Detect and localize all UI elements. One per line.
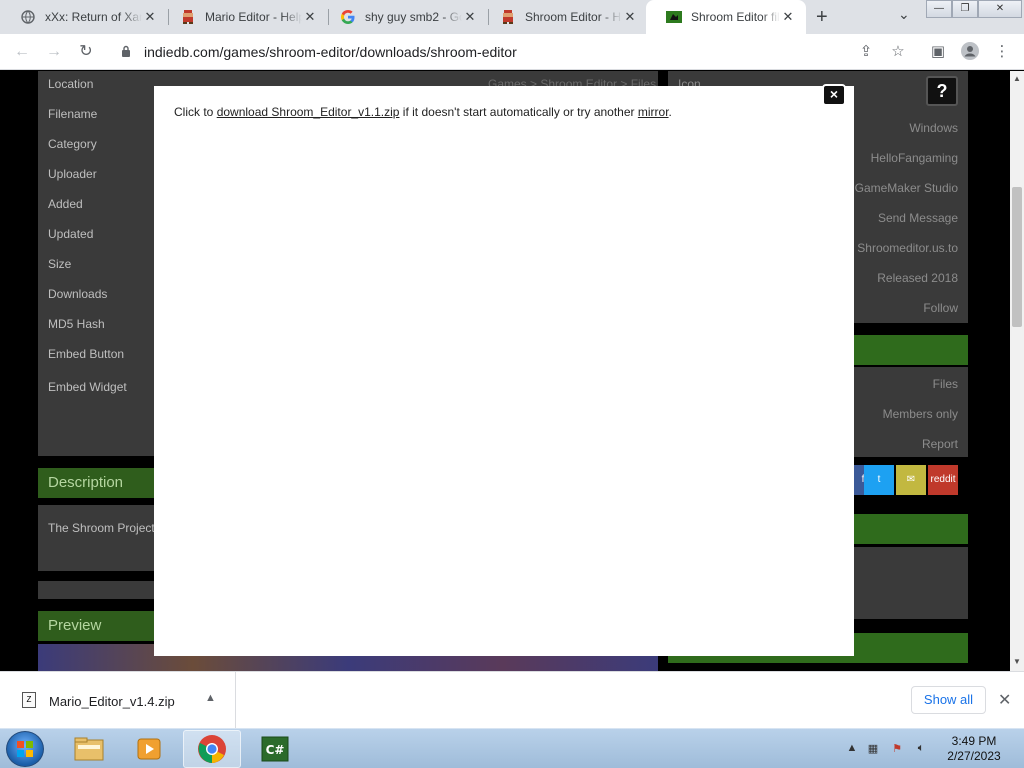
chevron-down-icon[interactable]: ⌄ (898, 6, 910, 23)
scrollbar-thumb[interactable] (1012, 187, 1022, 327)
info-label: Embed Widget (48, 380, 127, 394)
action-center-icon[interactable]: ⚑ (890, 742, 904, 756)
twitter-icon[interactable]: t (864, 465, 894, 495)
close-tab-icon[interactable]: ✕ (142, 9, 158, 25)
media-player-taskbar-icon[interactable] (120, 730, 178, 768)
tab-google-search[interactable]: shy guy smb2 - Google ✕ (320, 0, 488, 34)
browser-toolbar: ← → ↻ indiedb.com/games/shroom-editor/do… (0, 34, 1024, 70)
csharp-taskbar-icon[interactable]: C# (246, 730, 304, 768)
star-icon[interactable]: ☆ (888, 42, 908, 62)
network-icon[interactable]: ▦ (866, 742, 880, 756)
clock-date: 2/27/2023 (947, 749, 1001, 763)
reload-icon[interactable]: ↻ (76, 42, 96, 62)
scroll-down-icon[interactable]: ▼ (1010, 657, 1024, 666)
download-link[interactable]: download Shroom_Editor_v1.1.zip (217, 105, 400, 119)
explorer-taskbar-icon[interactable] (60, 730, 118, 768)
start-button[interactable] (6, 731, 44, 767)
info-label: Uploader (48, 167, 97, 181)
show-all-button[interactable]: Show all (911, 686, 986, 714)
side-panel-icon[interactable]: ▣ (928, 42, 948, 62)
windows-logo-icon (17, 741, 33, 757)
tab-title: xXx: Return of Xan (45, 10, 142, 24)
tab-title: Shroom Editor file (691, 10, 780, 24)
mario-sprite-icon (180, 9, 196, 25)
meta-row[interactable]: Shroomeditor.us.to (857, 241, 958, 255)
meta-row[interactable]: HelloFangaming (871, 151, 958, 165)
question-block-icon: ? (926, 76, 958, 106)
download-message: Click to download Shroom_Editor_v1.1.zip… (174, 105, 672, 119)
close-download-bar-icon[interactable]: ✕ (998, 690, 1011, 710)
meta-row[interactable]: Follow (923, 301, 958, 315)
mirror-link[interactable]: mirror (638, 105, 669, 119)
maximize-icon[interactable]: ❐ (952, 0, 978, 18)
close-tab-icon[interactable]: ✕ (622, 9, 638, 25)
tab-shroom-file[interactable]: Shroom Editor file ✕ (646, 0, 806, 34)
tab-shroom-help[interactable]: Shroom Editor - Help ✕ (480, 0, 648, 34)
info-label: Location (48, 77, 94, 91)
url-text: indiedb.com/games/shroom-editor/download… (144, 44, 517, 60)
chevron-up-icon[interactable]: ▲ (205, 692, 216, 704)
close-tab-icon[interactable]: ✕ (302, 9, 318, 25)
meta-row[interactable]: Send Message (878, 211, 958, 225)
info-label: Downloads (48, 287, 108, 301)
address-bar[interactable]: indiedb.com/games/shroom-editor/download… (112, 38, 912, 66)
scroll-up-icon[interactable]: ▲ (1010, 74, 1024, 83)
mario-sprite-icon (500, 9, 516, 25)
forward-icon[interactable]: → (44, 42, 64, 62)
download-modal: Click to download Shroom_Editor_v1.1.zip… (154, 86, 854, 656)
email-icon[interactable]: ✉ (896, 465, 926, 495)
system-clock[interactable]: 3:49 PM 2/27/2023 (938, 734, 1010, 764)
tab-title: shy guy smb2 - Google (365, 10, 462, 24)
action-row[interactable]: Files (933, 377, 958, 391)
minimize-icon[interactable]: — (926, 0, 952, 18)
svg-text:C#: C# (266, 743, 285, 757)
info-label: Size (48, 257, 72, 271)
close-modal-button[interactable]: × (822, 84, 846, 106)
download-item[interactable]: Z Mario_Editor_v1.4.zip ▲ (0, 672, 236, 728)
indiedb-icon (666, 9, 682, 25)
zip-file-icon: Z (22, 692, 36, 708)
tab-title: Shroom Editor - Help (525, 10, 622, 24)
message-prefix: Click to (174, 105, 217, 119)
back-icon[interactable]: ← (12, 42, 32, 62)
tab-strip: xXx: Return of Xan ✕ Mario Editor - Help… (0, 0, 1024, 34)
close-window-icon[interactable]: ✕ (978, 0, 1022, 18)
message-middle: if it doesn't start automatically or try… (399, 105, 638, 119)
action-row[interactable]: Report (922, 437, 958, 451)
tab-xxx[interactable]: xXx: Return of Xan ✕ (0, 0, 168, 34)
clock-time: 3:49 PM (951, 734, 997, 748)
info-label: Category (48, 137, 97, 151)
page-scrollbar[interactable]: ▲ ▼ (1010, 71, 1024, 671)
download-filename: Mario_Editor_v1.4.zip (49, 694, 175, 709)
lock-icon[interactable] (118, 45, 134, 60)
info-label: Added (48, 197, 83, 211)
reddit-icon[interactable]: reddit (928, 465, 958, 495)
window-controls: — ❐ ✕ (926, 0, 1022, 18)
meta-row: Released 2018 (877, 271, 958, 285)
tab-mario-editor[interactable]: Mario Editor - Help ✕ (160, 0, 328, 34)
info-label: MD5 Hash (48, 317, 105, 331)
profile-icon[interactable] (960, 42, 980, 62)
share-icon[interactable]: ⇪ (856, 42, 876, 62)
show-hidden-icons[interactable]: ▲ (845, 742, 859, 756)
info-label: Embed Button (48, 347, 125, 361)
chrome-taskbar-icon[interactable] (183, 730, 241, 768)
info-label: Filename (48, 107, 98, 121)
new-tab-icon[interactable]: + (816, 6, 828, 29)
action-row: Members only (882, 407, 958, 421)
google-icon (340, 9, 356, 25)
meta-row: Windows (909, 121, 958, 135)
info-label: Updated (48, 227, 94, 241)
menu-icon[interactable]: ⋮ (992, 42, 1012, 62)
volume-icon[interactable]: 🔈︎ (914, 742, 928, 756)
close-tab-icon[interactable]: ✕ (462, 9, 478, 25)
meta-row[interactable]: GameMaker Studio (855, 181, 958, 195)
tab-title: Mario Editor - Help (205, 10, 302, 24)
globe-icon (20, 9, 36, 25)
windows-taskbar: C# ▲ ▦ ⚑ 🔈︎ 3:49 PM 2/27/2023 (0, 728, 1024, 768)
message-suffix: . (668, 105, 672, 119)
download-bar: Z Mario_Editor_v1.4.zip ▲ Show all ✕ (0, 671, 1024, 728)
close-tab-icon[interactable]: ✕ (780, 9, 796, 25)
